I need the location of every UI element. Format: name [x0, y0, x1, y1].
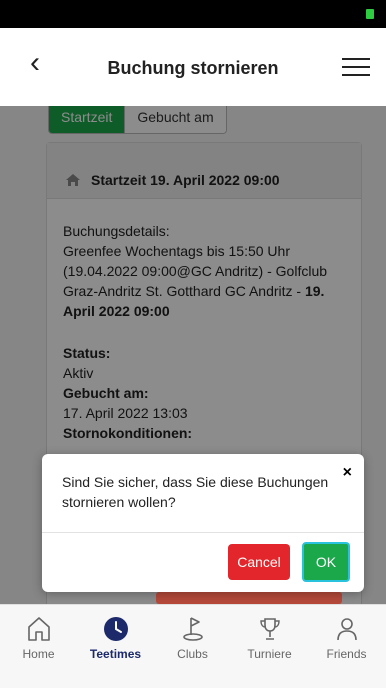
- tab-label: Teetimes: [89, 647, 142, 661]
- golf-flag-icon: [182, 617, 203, 641]
- dialog-message: Sind Sie sicher, dass Sie diese Buchunge…: [62, 474, 329, 510]
- tab-teetimes[interactable]: Teetimes: [77, 615, 154, 661]
- hamburger-menu-icon[interactable]: [342, 58, 370, 78]
- storno-button-behind: [156, 592, 342, 604]
- tab-label: Home: [22, 647, 55, 661]
- tab-clubs[interactable]: Clubs: [154, 615, 231, 661]
- confirm-dialog: Sind Sie sicher, dass Sie diese Buchunge…: [42, 454, 364, 592]
- bottom-tab-bar: Home Teetimes Clubs Turniere Friends: [0, 604, 386, 688]
- person-icon: [336, 618, 357, 641]
- dialog-divider: [42, 532, 364, 533]
- tab-home[interactable]: Home: [0, 615, 77, 661]
- ok-button[interactable]: OK: [302, 542, 350, 582]
- cancel-button[interactable]: Cancel: [228, 544, 290, 580]
- trophy-icon: [259, 618, 280, 640]
- home-icon: [27, 617, 50, 641]
- app-header: ‹ Buchung stornieren: [0, 28, 386, 106]
- tab-friends[interactable]: Friends: [308, 615, 385, 661]
- close-icon[interactable]: ×: [343, 464, 352, 482]
- battery-icon: [366, 9, 374, 19]
- tab-label: Clubs: [177, 647, 208, 661]
- clock-icon: [103, 617, 128, 641]
- status-bar: [0, 0, 386, 28]
- page-title: Buchung stornieren: [107, 58, 279, 78]
- tab-label: Friends: [326, 647, 367, 661]
- tab-turniere[interactable]: Turniere: [231, 615, 308, 661]
- tab-label: Turniere: [247, 647, 292, 661]
